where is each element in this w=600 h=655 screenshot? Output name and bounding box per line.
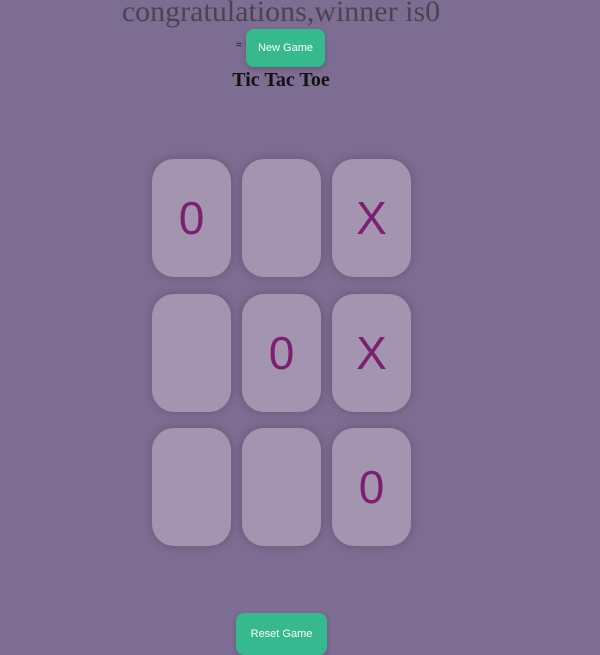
separator-label: = xyxy=(236,40,242,51)
board-cell-2[interactable] xyxy=(242,159,321,277)
new-game-button[interactable]: New Game xyxy=(246,29,325,67)
board-cell-7[interactable] xyxy=(152,428,231,546)
board-cell-8[interactable] xyxy=(242,428,321,546)
winner-message: congratulations,winner is0 xyxy=(121,0,441,28)
game-board: 0 X 0 X 0 xyxy=(152,159,411,546)
reset-game-button[interactable]: Reset Game xyxy=(236,613,327,655)
board-cell-3[interactable]: X xyxy=(332,159,411,277)
board-cell-4[interactable] xyxy=(152,294,231,412)
board-cell-9[interactable]: 0 xyxy=(332,428,411,546)
page-title: Tic Tac Toe xyxy=(232,69,330,91)
board-cell-5[interactable]: 0 xyxy=(242,294,321,412)
board-cell-6[interactable]: X xyxy=(332,294,411,412)
message-row: = New Game xyxy=(0,29,600,67)
board-cell-1[interactable]: 0 xyxy=(152,159,231,277)
